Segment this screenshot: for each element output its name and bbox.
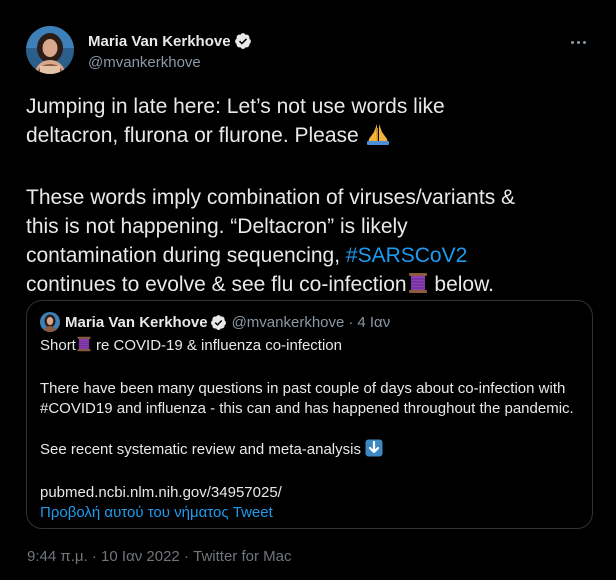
more-options-icon[interactable] xyxy=(564,32,592,52)
thread-spool-emoji xyxy=(76,335,92,359)
quoted-author-display-name: Maria Van Kerkhove xyxy=(65,313,208,331)
down-arrow-emoji xyxy=(365,439,383,463)
quoted-line: #COVID19 and influenza - this can and ha… xyxy=(40,400,574,417)
praying-hands-emoji xyxy=(365,122,391,154)
tweet-line: These words imply combination of viruses… xyxy=(26,186,516,209)
quoted-line: Short re COVID-19 & influenza co-infecti… xyxy=(40,335,579,359)
separator-dot: · xyxy=(348,313,354,331)
tweet-metadata: 9:44 π.μ. · 10 Ιαν 2022 · Twitter for Ma… xyxy=(27,548,291,565)
verified-badge-icon xyxy=(234,32,252,50)
tweet-line: continues to evolve & see flu co-infecti… xyxy=(26,270,596,303)
quoted-tweet-header: Maria Van Kerkhove @mvankerkhove · 4 Ιαν xyxy=(40,311,579,333)
tweet-line: deltacron, flurona or flurone. Please xyxy=(26,121,596,154)
tweet-source[interactable]: Twitter for Mac xyxy=(193,548,291,565)
separator-dot: · xyxy=(87,548,102,565)
quoted-tweet[interactable]: Maria Van Kerkhove @mvankerkhove · 4 Ιαν… xyxy=(26,300,593,529)
tweet-line: this is not happening. “Deltacron” is li… xyxy=(26,215,408,238)
author-names: Maria Van Kerkhove @mvankerkhove xyxy=(88,31,252,71)
thread-spool-emoji xyxy=(407,271,429,303)
separator-dot: · xyxy=(179,548,194,565)
quoted-author-avatar xyxy=(40,312,60,332)
quoted-line: There have been many questions in past c… xyxy=(40,380,566,397)
quoted-tweet-text: Short re COVID-19 & influenza co-infecti… xyxy=(40,335,579,503)
hashtag-link[interactable]: #SARSCoV2 xyxy=(346,244,467,267)
quoted-author-handle: @mvankerkhove xyxy=(231,313,345,331)
quoted-line: See recent systematic review and meta-an… xyxy=(40,439,579,463)
show-thread-link[interactable]: Προβολή αυτού του νήματος Tweet xyxy=(40,503,579,523)
tweet-line: contamination during sequencing, #SARSCo… xyxy=(26,244,468,267)
tweet-header: Maria Van Kerkhove @mvankerkhove xyxy=(26,26,592,76)
quoted-tweet-time[interactable]: 4 Ιαν xyxy=(357,314,390,331)
quoted-url: pubmed.ncbi.nlm.nih.gov/34957025/ xyxy=(40,484,282,501)
author-display-name[interactable]: Maria Van Kerkhove xyxy=(88,33,231,50)
author-avatar[interactable] xyxy=(26,26,74,74)
tweet-date[interactable]: 10 Ιαν 2022 xyxy=(101,548,180,565)
tweet-detail: Maria Van Kerkhove @mvankerkhove Jumping… xyxy=(0,0,616,580)
author-handle[interactable]: @mvankerkhove xyxy=(88,54,252,71)
tweet-time[interactable]: 9:44 π.μ. xyxy=(27,548,88,565)
tweet-line: Jumping in late here: Let’s not use word… xyxy=(26,95,445,118)
tweet-text: Jumping in late here: Let’s not use word… xyxy=(26,92,596,303)
verified-badge-icon xyxy=(210,314,227,331)
